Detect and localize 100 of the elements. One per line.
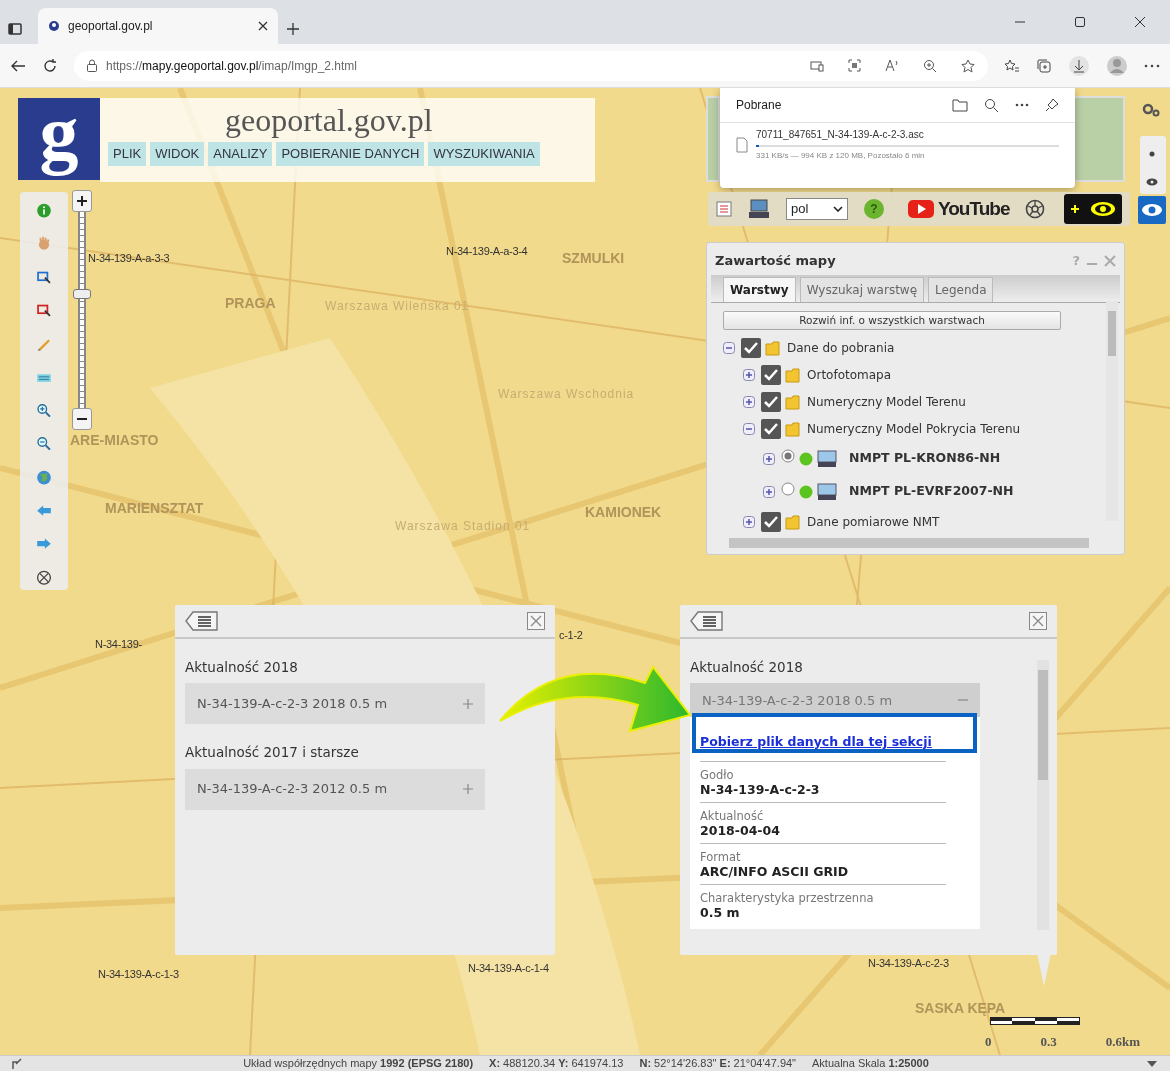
layer-name[interactable]: NMPT PL-KRON86-NH — [849, 449, 1001, 469]
select-rectangle-icon[interactable] — [35, 303, 53, 319]
contrast-button[interactable] — [1064, 194, 1122, 224]
menu-button[interactable]: ANALIZY — [208, 142, 273, 166]
file-name[interactable]: 70711_847651_N-34-139-A-c-2-3.asc — [756, 127, 1059, 142]
layer-name[interactable]: Numeryczny Model Terenu — [807, 392, 966, 411]
zoom-icon[interactable] — [923, 58, 937, 73]
zoom-thumb[interactable] — [73, 289, 91, 300]
menu-button[interactable]: PLIK — [108, 142, 147, 166]
eye-icon — [1089, 201, 1116, 217]
checkbox[interactable] — [761, 511, 781, 532]
download-icon[interactable] — [1068, 54, 1090, 77]
favorites-icon[interactable] — [1004, 58, 1020, 73]
section-item[interactable]: N-34-139-A-c-2-3 2012 0.5 m — [185, 768, 485, 810]
avatar-icon[interactable] — [1106, 54, 1128, 77]
map-thumbnail[interactable] — [1073, 96, 1125, 182]
status-text: X: 488120.34 Y: 641974.13 — [489, 1056, 624, 1072]
status-text: Aktualna Skala 1:25000 — [812, 1056, 929, 1072]
layer-name[interactable]: NMPT PL-EVRF2007-NH — [849, 482, 1014, 502]
dot-icon[interactable] — [1149, 151, 1155, 157]
radio-button[interactable] — [781, 448, 795, 463]
eye-button[interactable] — [1138, 196, 1166, 224]
close-icon[interactable] — [258, 21, 268, 31]
layer-name[interactable]: Dane pomiarowe NMT — [807, 512, 940, 531]
menu-button[interactable]: WYSZUKIWANIA — [428, 142, 540, 166]
panel-tab[interactable]: Wyszukaj warstwę — [799, 276, 925, 302]
field-value: N-34-139-A-c-2-3 — [700, 782, 821, 799]
youtube-link[interactable]: YouTube — [938, 194, 1010, 224]
group-heading: Aktualność 2017 i starsze — [185, 743, 360, 763]
collapse-icon[interactable] — [723, 341, 735, 354]
sheet-label: N-34-139-A-a-3-4 — [446, 244, 528, 259]
screen-icon[interactable] — [810, 59, 824, 72]
monitor-icon[interactable] — [748, 199, 770, 219]
download-link[interactable]: Pobierz plik danych dla tej sekcji — [700, 733, 932, 752]
layer-name[interactable]: Numeryczny Model Pokrycia Terenu — [807, 419, 1021, 438]
field-value: ARC/INFO ASCII GRID — [700, 864, 850, 881]
list-toggle-icon[interactable] — [185, 611, 219, 631]
logo[interactable]: g — [18, 98, 100, 180]
language-select[interactable]: pol — [786, 198, 848, 220]
scrollbar[interactable] — [1106, 301, 1118, 521]
maximize-icon[interactable] — [1074, 16, 1086, 28]
new-tab-icon[interactable] — [286, 22, 300, 36]
collections-icon[interactable] — [1036, 57, 1052, 74]
radio-button[interactable] — [781, 481, 795, 496]
checkbox[interactable] — [741, 337, 761, 358]
clear-icon[interactable] — [35, 569, 53, 585]
panel-tab[interactable]: Legenda — [928, 276, 994, 302]
play-icon[interactable] — [908, 199, 934, 219]
more-icon[interactable] — [1144, 63, 1160, 68]
info-icon[interactable] — [35, 203, 53, 219]
folder-icon[interactable] — [952, 98, 968, 112]
side-control-strip — [1140, 136, 1166, 194]
reload-icon[interactable] — [42, 57, 58, 74]
menu-button[interactable]: POBIERANIE DANYCH — [276, 142, 425, 166]
checkbox[interactable] — [761, 418, 781, 439]
address-field[interactable]: https://mapy.geoportal.gov.pl/imap/Imgp_2.html — [74, 50, 988, 81]
collapse-icon[interactable] — [743, 422, 755, 435]
scrollbar[interactable] — [729, 538, 1089, 548]
more-icon[interactable] — [1015, 103, 1029, 107]
layer-name[interactable]: Ortofotomapa — [807, 365, 892, 384]
expand-icon[interactable] — [763, 485, 775, 498]
scale-label: 0 — [985, 1033, 992, 1051]
zoom-in-button[interactable] — [72, 190, 92, 212]
field-value: 0.5 m — [700, 905, 741, 922]
expand-all-button[interactable]: Rozwiń inf. o wszystkich warstwach — [723, 310, 1061, 331]
tab-actions-icon[interactable] — [8, 22, 22, 36]
scrollbar[interactable] — [1037, 660, 1049, 930]
place-label: ARE-MIASTO — [70, 431, 159, 450]
close-icon[interactable] — [1134, 16, 1146, 28]
expand-icon[interactable] — [743, 515, 755, 528]
read-aloud-icon[interactable] — [885, 59, 899, 72]
scroll-thumb[interactable] — [1108, 311, 1116, 356]
zoom-in-icon[interactable] — [35, 402, 53, 419]
zoom-out-icon[interactable] — [35, 436, 53, 452]
globe-icon[interactable] — [35, 469, 53, 485]
section-item[interactable]: N-34-139-A-c-2-3 2018 0.5 m — [185, 683, 485, 725]
pin-icon[interactable] — [1045, 98, 1059, 112]
scroll-thumb[interactable] — [1038, 670, 1048, 780]
panel-tab[interactable]: Warstwy — [723, 276, 796, 302]
browser-tab[interactable]: geoportal.gov.pl — [38, 8, 278, 44]
map-thumbnail[interactable] — [706, 96, 720, 182]
gears-icon[interactable] — [1142, 102, 1160, 118]
eye-icon[interactable] — [1146, 178, 1158, 186]
checkbox[interactable] — [761, 364, 781, 385]
status-text: Układ współrzędnych mapy 1992 (EPSG 2180) — [243, 1056, 474, 1072]
list-toggle-icon[interactable] — [690, 611, 724, 631]
zoom-out-button[interactable] — [72, 408, 92, 430]
expand-icon[interactable] — [743, 368, 755, 381]
dropdown-arrow-icon[interactable] — [1146, 1059, 1158, 1068]
favorite-add-icon[interactable] — [961, 58, 976, 73]
scale-label: 0.3 — [1040, 1033, 1057, 1051]
expand-icon[interactable] — [763, 452, 775, 465]
search-icon[interactable] — [984, 97, 999, 113]
expand-icon[interactable] — [743, 395, 755, 408]
checkbox[interactable] — [761, 391, 781, 412]
layer-name[interactable]: Dane do pobrania — [787, 338, 895, 357]
select-rectangle-icon[interactable] — [35, 269, 53, 285]
menu-button[interactable]: WIDOK — [150, 142, 205, 166]
accessibility-icon[interactable] — [1025, 199, 1046, 219]
apps-icon[interactable] — [848, 59, 861, 72]
